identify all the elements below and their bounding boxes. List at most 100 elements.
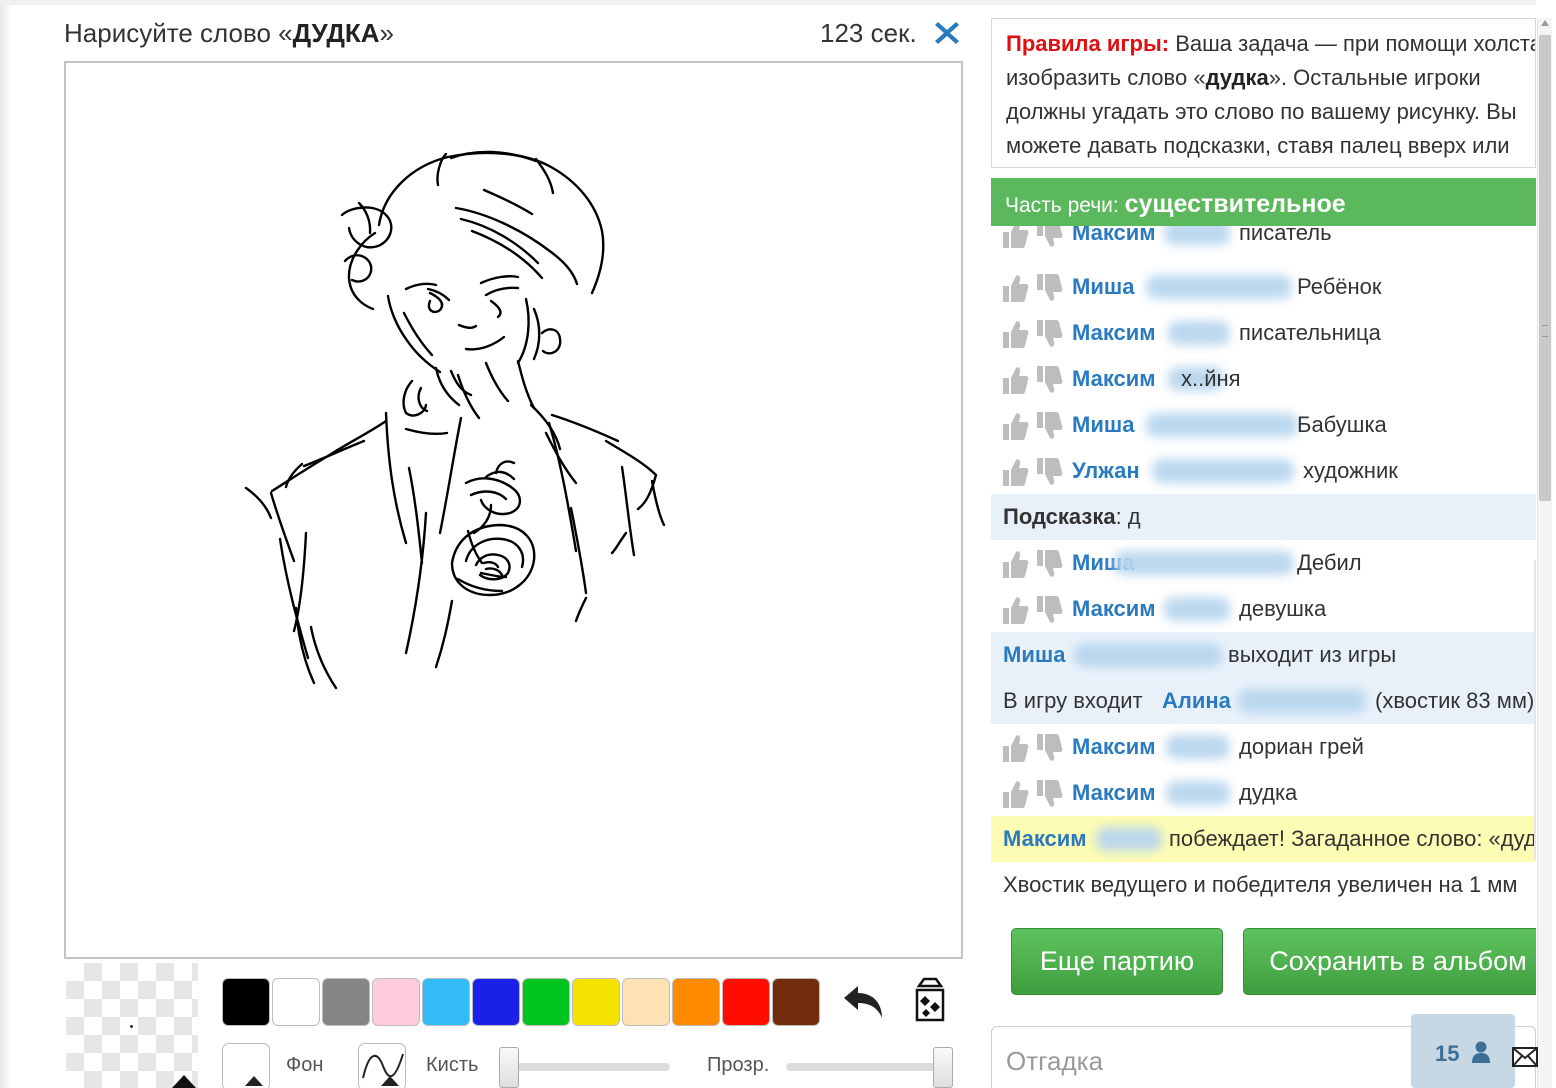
blurred-surname [1164,226,1230,245]
brush-size-slider[interactable] [506,1063,670,1071]
scroll-thumb[interactable] [1539,35,1551,501]
message-text: выходит из игры [1228,642,1397,667]
blurred-surname [1168,321,1230,345]
guess-input[interactable] [1006,1041,1386,1081]
chat-message: Максим дудка [991,770,1536,816]
chat-message: Максим писатель [991,226,1536,256]
vote-thumbs [1003,320,1063,348]
vote-thumbs [1003,412,1063,440]
chat-message: Максим х..йня [991,356,1536,402]
player-name[interactable]: Максим [1072,320,1156,346]
color-swatch-white[interactable] [272,978,320,1026]
vote-thumbs [1003,780,1063,808]
hint-label: Подсказка [1003,504,1116,529]
message-text: Ребёнок [1297,274,1382,299]
scroll-grip [1542,325,1548,337]
mail-icon[interactable] [1512,1046,1538,1068]
message-text: писатель [1239,226,1332,245]
chat-message: Миша Дебил [991,540,1536,586]
message-text: Дебил [1297,550,1362,575]
player-name[interactable]: Максим [1072,780,1156,806]
undo-icon[interactable] [840,982,886,1022]
brush-shape-button[interactable] [358,1043,406,1088]
color-swatch-light-blue[interactable] [422,978,470,1026]
blurred-surname [1146,413,1298,437]
timer-unit: сек. [870,18,917,48]
message-text: Бабушка [1297,412,1387,437]
blurred-surname [1096,827,1162,851]
new-game-button[interactable]: Еще партию [1011,928,1223,995]
chat-message: Максим побеждает! Загаданное слово: «дудк… [991,816,1536,862]
color-swatch-black[interactable] [222,978,270,1026]
vote-thumbs [1003,550,1063,578]
player-name[interactable]: Миша [1072,412,1134,438]
vote-thumbs [1003,734,1063,762]
player-name[interactable]: Миша [1003,642,1065,668]
brush-size-handle[interactable] [499,1047,519,1088]
rules-heading: Правила игры: [1006,31,1170,56]
player-name[interactable]: Максим [1072,226,1156,246]
brush-label: Кисть [426,1054,479,1076]
color-swatch-gray[interactable] [322,978,370,1026]
chat-message: Миша Бабушка [991,402,1536,448]
part-of-speech: Часть речи: существительное [1005,190,1346,219]
color-swatch-blue[interactable] [472,978,520,1026]
player-name[interactable]: Максим [1072,596,1156,622]
player-name[interactable]: Максим [1003,826,1087,852]
player-name[interactable]: Миша [1072,274,1134,300]
blurred-surname [1146,275,1292,299]
blurred-surname [1074,643,1222,667]
vote-thumbs [1003,274,1063,302]
page-edge-shadow [0,0,12,1088]
draw-prompt: Нарисуйте слово «ДУДКА» [64,18,394,49]
brush-preview [66,963,198,1088]
player-name[interactable]: Максим [1072,366,1156,392]
color-swatch-orange[interactable] [672,978,720,1026]
online-players-badge[interactable]: 15 [1411,1014,1515,1088]
message-text: девушка [1239,596,1327,621]
color-swatch-yellow[interactable] [572,978,620,1026]
background-color-button[interactable] [222,1043,270,1088]
blurred-surname [1238,689,1366,713]
message-text: художник [1303,458,1398,483]
clear-canvas-icon[interactable] [913,976,947,1024]
drawing-canvas[interactable] [64,61,963,959]
color-swatch-pink[interactable] [372,978,420,1026]
drawing-sketch [244,150,666,690]
player-name[interactable]: Улжан [1072,458,1140,484]
color-swatch-green[interactable] [522,978,570,1026]
save-to-album-button[interactable]: Сохранить в альбом [1243,928,1553,995]
chat-message: В игру входит Алина (хвостик 83 мм) [991,678,1536,724]
top-border [0,0,1556,5]
chat-message: Миша Ребёнок [991,264,1536,310]
player-name[interactable]: Максим [1072,734,1156,760]
color-swatch-red[interactable] [722,978,770,1026]
brush-size-dot [130,1025,133,1028]
part-of-speech-value: существительное [1124,190,1346,218]
brush-dropdown-arrow [381,1076,399,1086]
chat-scrollbar[interactable] [1537,18,1552,1088]
blurred-surname [1166,781,1230,805]
message-text: Хвостик ведущего и победителя увеличен н… [1003,872,1518,897]
vote-thumbs [1003,226,1063,248]
color-swatch-brown[interactable] [772,978,820,1026]
close-icon[interactable] [933,19,961,47]
prompt-prefix: Нарисуйте слово « [64,18,293,48]
message-text: писательница [1239,320,1381,345]
opacity-slider[interactable] [786,1063,946,1071]
game-screen: Нарисуйте слово «ДУДКА» 123 сек. Фон Кис… [0,0,1556,1088]
scroll-up-arrow[interactable] [1541,20,1549,26]
chat-message: Максим девушка [991,586,1536,632]
message-text: дудка [1239,780,1298,805]
color-swatch-beige[interactable] [622,978,670,1026]
opacity-handle[interactable] [933,1047,953,1088]
blurred-surname [1152,459,1294,483]
background-dropdown-arrow [245,1076,263,1086]
opacity-label: Прозр. [707,1054,770,1076]
secret-word: ДУДКА [292,18,380,48]
brush-preview-arrow[interactable] [172,1075,196,1088]
message-text: (хвостик 83 мм) [1375,688,1535,713]
chat-message: Подсказка: д [991,494,1536,540]
player-name[interactable]: Алина [1162,688,1231,714]
chat-message: Максим писательница [991,310,1536,356]
